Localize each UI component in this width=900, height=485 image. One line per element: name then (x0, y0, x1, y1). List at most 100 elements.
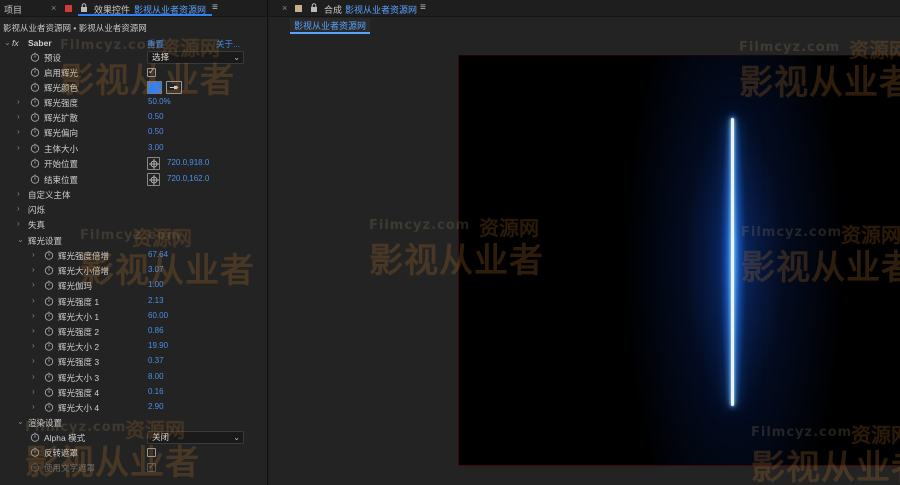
property-value[interactable]: 19.90 (148, 341, 168, 350)
chevron-right-icon[interactable]: › (32, 311, 35, 320)
stopwatch-icon[interactable] (30, 158, 40, 168)
about-link[interactable]: 关于... (216, 38, 240, 50)
property-label: 辉光扩散 (44, 113, 79, 123)
chevron-right-icon[interactable]: › (32, 326, 35, 335)
property-value[interactable]: 8.00 (148, 372, 164, 381)
chevron-right-icon[interactable]: › (17, 97, 20, 106)
property-row-glow-setting: › 辉光强度 4 0.16 (0, 385, 267, 400)
stopwatch-icon[interactable] (44, 387, 54, 397)
property-value[interactable]: 720.0,162.0 (167, 174, 209, 183)
property-value[interactable]: 60.00 (148, 311, 168, 320)
stopwatch-icon[interactable] (44, 250, 54, 260)
chevron-down-icon[interactable]: ⌄ (17, 235, 24, 244)
property-value[interactable]: 3.07 (148, 265, 164, 274)
lock-icon[interactable] (310, 3, 318, 13)
stopwatch-icon[interactable] (44, 265, 54, 275)
property-label: 辉光强度 3 (58, 357, 100, 368)
chevron-right-icon[interactable]: › (17, 219, 20, 228)
fx-icon[interactable]: fx (12, 38, 19, 48)
property-value[interactable]: 50.0% (148, 97, 171, 106)
chevron-right-icon[interactable]: › (32, 372, 35, 381)
chevron-down-icon[interactable]: ⌄ (17, 417, 24, 426)
property-row-glow-color: 辉光颜色 (0, 80, 267, 95)
property-value[interactable]: 2.90 (148, 402, 164, 411)
chevron-right-icon[interactable]: › (17, 112, 20, 121)
chevron-down-icon[interactable]: ⌄ (4, 38, 11, 47)
group-row-flicker[interactable]: › 闪烁 (0, 202, 267, 217)
saber-core (731, 118, 734, 406)
property-value[interactable]: 3.00 (148, 143, 164, 152)
property-row-glow-spread: › 辉光扩散 0.50 (0, 110, 267, 125)
property-value[interactable]: 0.37 (148, 356, 164, 365)
property-value[interactable]: 0.50 (148, 127, 164, 136)
group-row-glow-settings[interactable]: ⌄ 辉光设置 (0, 233, 267, 248)
chevron-right-icon[interactable]: › (32, 265, 35, 274)
panel-menu-icon[interactable]: ≡ (212, 2, 218, 13)
tab-project[interactable]: 项目 (4, 3, 22, 16)
stopwatch-icon[interactable] (30, 127, 40, 137)
property-value[interactable]: 67.64 (148, 250, 168, 259)
eyedropper-icon[interactable] (166, 81, 182, 94)
stopwatch-icon[interactable] (44, 296, 54, 306)
property-value[interactable]: 0.86 (148, 326, 164, 335)
stopwatch-icon[interactable] (44, 326, 54, 336)
active-tab-underline (78, 14, 212, 16)
stopwatch-icon[interactable] (30, 143, 40, 153)
chevron-right-icon[interactable]: › (17, 143, 20, 152)
stopwatch-icon[interactable] (44, 341, 54, 351)
stopwatch-icon[interactable] (44, 402, 54, 412)
stopwatch-icon[interactable] (30, 97, 40, 107)
chevron-right-icon[interactable]: › (17, 204, 20, 213)
property-row-glow-bias: › 辉光偏向 0.50 (0, 125, 267, 140)
stopwatch-icon[interactable] (30, 432, 40, 442)
tab-composition[interactable]: 合成 (324, 3, 342, 16)
close-icon[interactable]: × (51, 3, 56, 13)
property-value[interactable]: 720.0,918.0 (167, 158, 209, 167)
preset-dropdown[interactable]: 选择 ⌄ (147, 51, 244, 64)
composition-viewer[interactable] (458, 55, 900, 466)
stopwatch-icon[interactable] (44, 280, 54, 291)
stopwatch-icon[interactable] (44, 372, 54, 382)
stopwatch-icon[interactable] (30, 112, 40, 122)
chevron-right-icon[interactable]: › (17, 127, 20, 136)
close-icon[interactable]: × (282, 3, 287, 13)
lock-icon[interactable] (80, 3, 88, 13)
chevron-right-icon[interactable]: › (32, 402, 35, 411)
property-label: 辉光大小倍增 (58, 266, 110, 277)
stopwatch-icon[interactable] (30, 67, 40, 77)
property-value[interactable]: 0.50 (148, 112, 164, 121)
stopwatch-icon[interactable] (30, 82, 40, 92)
stopwatch-icon[interactable] (44, 356, 54, 367)
property-value[interactable]: 1.00 (148, 280, 164, 289)
group-row-custom-core[interactable]: › 自定义主体 (0, 187, 267, 202)
stopwatch-icon[interactable] (30, 174, 40, 184)
chevron-right-icon[interactable]: › (32, 250, 35, 259)
property-row-glow-setting: › 辉光强度 2 0.86 (0, 324, 267, 339)
chevron-right-icon[interactable]: › (17, 189, 20, 198)
stopwatch-icon[interactable] (30, 447, 40, 457)
panel-menu-icon[interactable]: ≡ (420, 2, 426, 13)
enable-glow-checkbox[interactable]: ✓ (147, 66, 156, 77)
chevron-right-icon[interactable]: › (32, 387, 35, 396)
group-row-render-settings[interactable]: ⌄ 渲染设置 (0, 415, 267, 430)
group-row-distortion[interactable]: › 失真 (0, 217, 267, 232)
crosshair-icon[interactable] (147, 157, 160, 170)
reset-link[interactable]: 重置 (147, 38, 164, 50)
stopwatch-icon[interactable] (44, 311, 54, 321)
invert-mask-checkbox[interactable] (147, 448, 156, 457)
crosshair-icon[interactable] (147, 173, 160, 186)
comp-subtab[interactable]: 影视从业者资源网 (290, 18, 371, 32)
alpha-mode-dropdown[interactable]: 关闭 ⌄ (147, 431, 244, 444)
property-row-glow-setting: › 辉光强度 1 2.13 (0, 294, 267, 309)
effect-controls-panel: 项目 × 效果控件 影视从业者资源网 ≡ 影视从业者资源网 • 影视从业者资源网… (0, 0, 268, 485)
chevron-right-icon[interactable]: › (32, 356, 35, 365)
chevron-right-icon[interactable]: › (32, 280, 35, 289)
property-value[interactable]: 2.13 (148, 296, 164, 305)
tab-composition-name[interactable]: 影视从业者资源网 (345, 3, 417, 16)
chevron-right-icon[interactable]: › (32, 341, 35, 350)
property-row-alpha-mode: Alpha 模式 关闭 ⌄ (0, 430, 267, 445)
stopwatch-icon[interactable] (30, 52, 40, 62)
glow-color-swatch[interactable] (147, 81, 162, 94)
property-value[interactable]: 0.16 (148, 387, 164, 396)
chevron-right-icon[interactable]: › (32, 296, 35, 305)
